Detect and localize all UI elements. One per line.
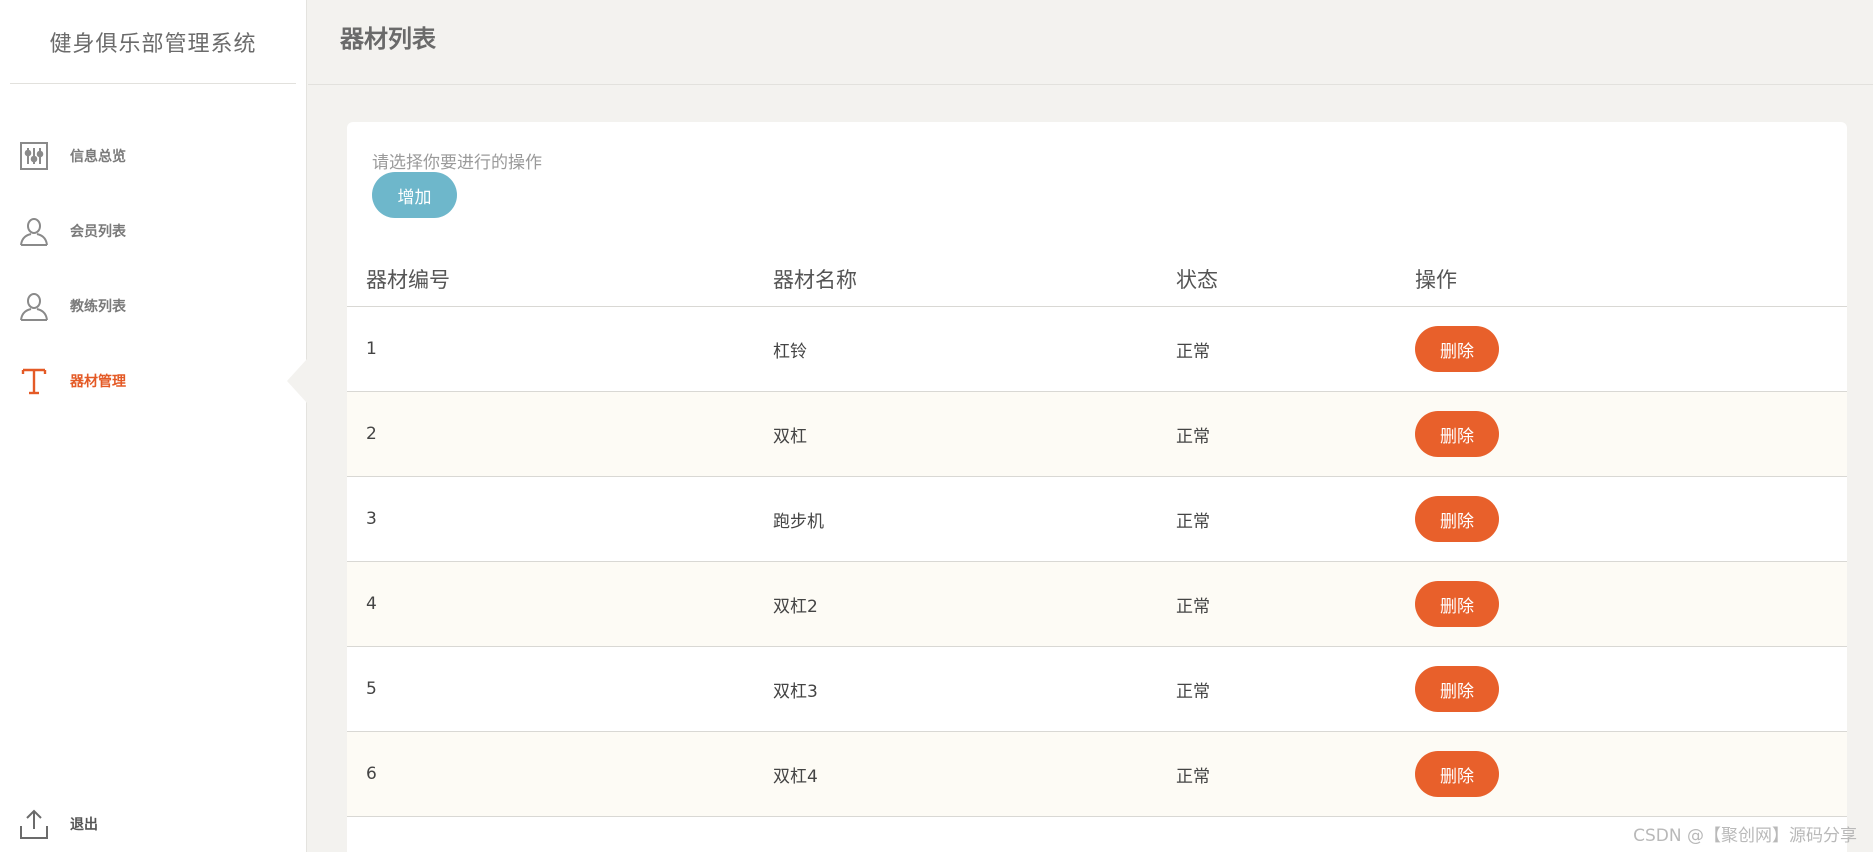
sidebar-item-label: 信息总览: [70, 148, 126, 165]
column-header-status: 状态: [1176, 268, 1218, 292]
cell-status: 正常: [1176, 426, 1210, 447]
upload-icon: [16, 806, 52, 842]
app-root: 健身俱乐部管理系统 信息总览 会员列表 教练列表 器材管理 退出 器材列表 请选…: [0, 0, 1873, 852]
delete-button[interactable]: 删除: [1415, 496, 1499, 542]
delete-button[interactable]: 删除: [1415, 326, 1499, 372]
cell-status: 正常: [1176, 596, 1210, 617]
add-button[interactable]: 增加: [372, 172, 457, 218]
table-header: 器材编号 器材名称 状态 操作: [347, 252, 1847, 307]
text-icon: [16, 363, 52, 399]
cell-status: 正常: [1176, 341, 1210, 362]
cell-action: 删除: [1415, 326, 1847, 372]
watermark: CSDN @【聚创网】源码分享: [1633, 826, 1857, 846]
cell-name: 双杠2: [773, 596, 818, 617]
delete-button[interactable]: 删除: [1415, 666, 1499, 712]
cell-id: 1: [366, 339, 377, 359]
user-icon: [16, 213, 52, 249]
sidebar: 健身俱乐部管理系统 信息总览 会员列表 教练列表 器材管理 退出: [0, 0, 307, 852]
sidebar-item-members[interactable]: 会员列表: [0, 193, 306, 268]
table-row: 1 杠铃 正常 删除: [347, 307, 1847, 392]
column-header-id: 器材编号: [366, 268, 450, 292]
sidebar-nav: 信息总览 会员列表 教练列表 器材管理: [0, 118, 307, 418]
cell-id: 6: [366, 764, 377, 784]
table-row: 3 跑步机 正常 删除: [347, 477, 1847, 562]
sidebar-item-equipment[interactable]: 器材管理: [0, 343, 307, 418]
cell-action: 删除: [1415, 666, 1847, 712]
logout-button[interactable]: 退出: [0, 796, 306, 852]
delete-button[interactable]: 删除: [1415, 751, 1499, 797]
main-content: 器材列表 请选择你要进行的操作 增加 器材编号 器材名称 状态 操作 1 杠铃 …: [308, 0, 1873, 852]
delete-button[interactable]: 删除: [1415, 411, 1499, 457]
cell-id: 3: [366, 509, 377, 529]
table-row: 4 双杠2 正常 删除: [347, 562, 1847, 647]
sidebar-item-label: 教练列表: [70, 298, 126, 315]
cell-action: 删除: [1415, 411, 1847, 457]
sidebar-item-overview[interactable]: 信息总览: [0, 118, 306, 193]
equipment-card: 请选择你要进行的操作 增加 器材编号 器材名称 状态 操作 1 杠铃 正常 删除: [347, 122, 1847, 852]
cell-id: 2: [366, 424, 377, 444]
column-header-name: 器材名称: [773, 268, 857, 292]
operation-hint: 请选择你要进行的操作: [372, 153, 542, 173]
table-row: 2 双杠 正常 删除: [347, 392, 1847, 477]
cell-status: 正常: [1176, 511, 1210, 532]
cell-id: 4: [366, 594, 377, 614]
cell-name: 双杠3: [773, 681, 818, 702]
cell-name: 双杠4: [773, 766, 818, 787]
cell-action: 删除: [1415, 581, 1847, 627]
table-row: 6 双杠4 正常 删除: [347, 732, 1847, 817]
cell-action: 删除: [1415, 751, 1847, 797]
equipment-table: 器材编号 器材名称 状态 操作 1 杠铃 正常 删除 2 双杠 正常 删除 3 …: [347, 252, 1847, 817]
page-header: 器材列表: [308, 0, 1873, 85]
cell-id: 5: [366, 679, 377, 699]
sliders-icon: [16, 138, 52, 174]
table-row: 5 双杠3 正常 删除: [347, 647, 1847, 732]
cell-name: 双杠: [773, 426, 807, 447]
delete-button[interactable]: 删除: [1415, 581, 1499, 627]
sidebar-item-label: 器材管理: [70, 373, 126, 390]
cell-status: 正常: [1176, 766, 1210, 787]
column-header-action: 操作: [1415, 268, 1457, 292]
cell-name: 杠铃: [773, 341, 807, 362]
user-icon: [16, 288, 52, 324]
cell-action: 删除: [1415, 496, 1847, 542]
cell-status: 正常: [1176, 681, 1210, 702]
sidebar-item-coaches[interactable]: 教练列表: [0, 268, 306, 343]
sidebar-item-label: 会员列表: [70, 223, 126, 240]
app-title: 健身俱乐部管理系统: [10, 0, 296, 84]
logout-label: 退出: [70, 817, 98, 833]
page-title: 器材列表: [340, 24, 436, 53]
cell-name: 跑步机: [773, 511, 824, 532]
